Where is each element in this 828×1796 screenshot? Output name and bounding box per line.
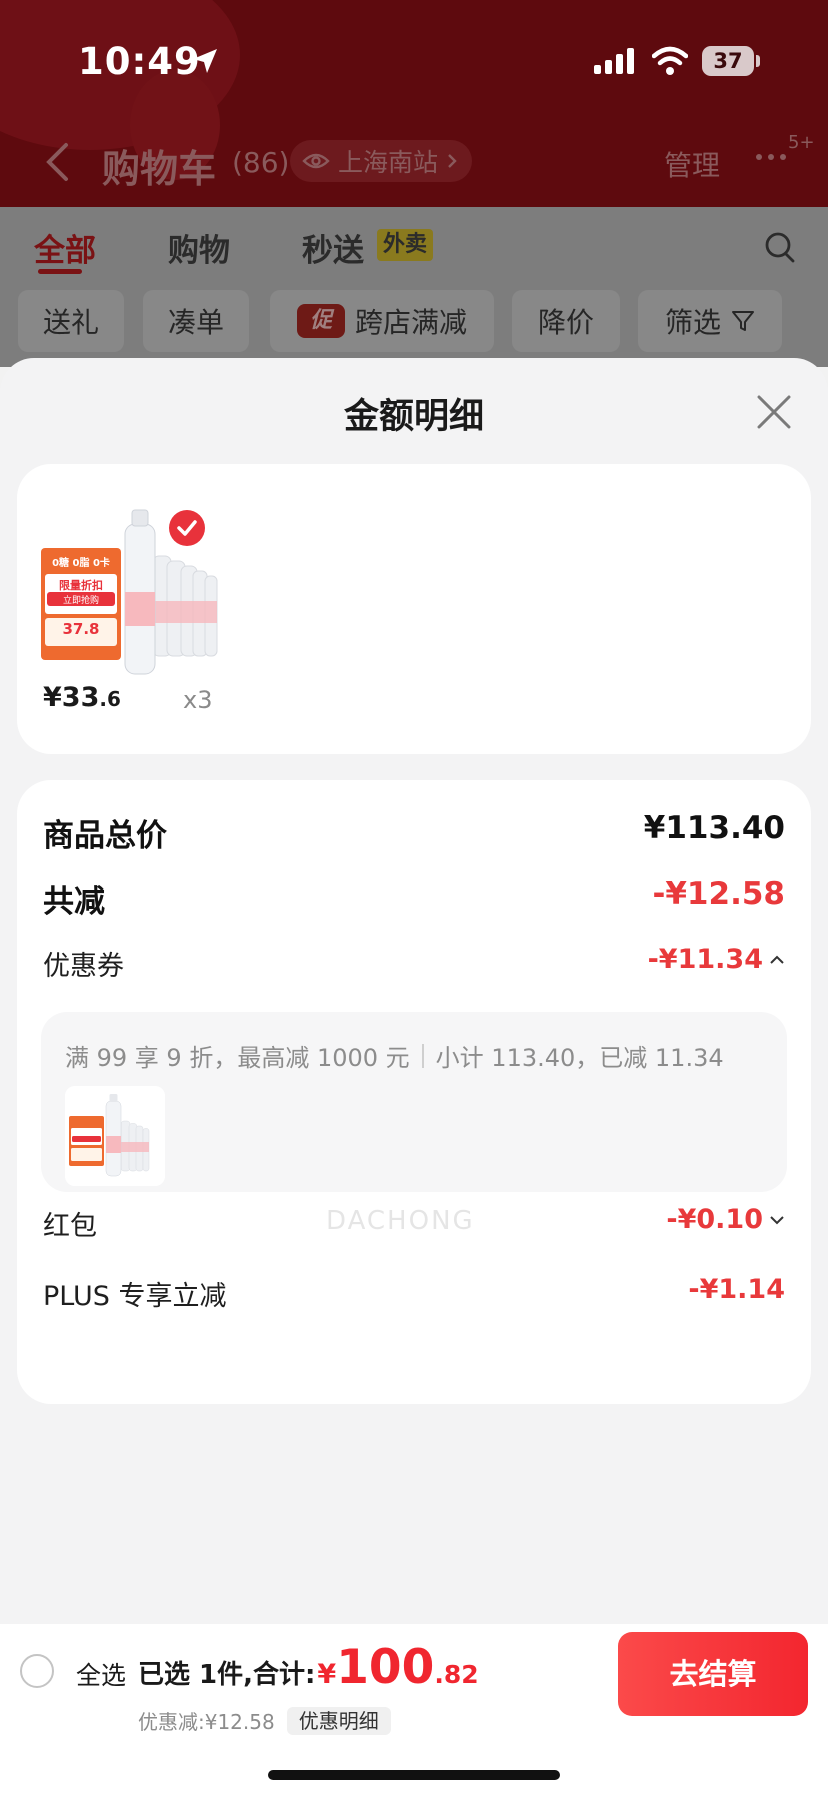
search-icon[interactable]: [764, 231, 796, 265]
coupon-row[interactable]: 优惠券 -¥11.34: [43, 944, 785, 990]
discount-summary: 优惠减:¥12.58 优惠明细: [138, 1706, 391, 1735]
eye-icon: [302, 153, 330, 169]
battery-indicator: 37: [702, 46, 754, 76]
discount-detail-button[interactable]: 优惠明细: [286, 1706, 391, 1735]
total-amount-dec: .82: [434, 1660, 479, 1689]
more-icon[interactable]: [756, 154, 786, 160]
product-image-label: 0糖 0脂 0卡: [52, 558, 110, 569]
tab-active-underline: [38, 269, 82, 274]
status-time: 10:49: [78, 40, 201, 83]
cart-filter-area: 全部 购物 秒送 外卖 送礼 凑单 促 跨店满减 降价 筛选: [0, 207, 828, 367]
location-label: 上海南站: [338, 148, 439, 177]
coupon-description: 满 99 享 9 折，最高减 1000 元 小计 113.40，已减 11.34: [65, 1038, 724, 1073]
product-image-label: 立即抢购: [62, 596, 99, 606]
manage-button[interactable]: 管理: [664, 144, 720, 184]
coupon-detail-box: 满 99 享 9 折，最高减 1000 元 小计 113.40，已减 11.34: [41, 1012, 787, 1192]
coupon-value-wrap: -¥11.34: [648, 944, 785, 975]
product-quantity: x3: [183, 686, 213, 714]
chip-label: 凑单: [167, 306, 224, 339]
total-discount-row: 共减 -¥12.58: [43, 876, 785, 922]
filter-funnel-icon: [732, 311, 754, 331]
home-indicator: [268, 1770, 560, 1780]
selected-check-icon[interactable]: [169, 510, 205, 546]
chevron-up-icon[interactable]: [769, 954, 785, 966]
chevron-right-icon: [448, 154, 457, 168]
red-packet-value-wrap: -¥0.10: [666, 1204, 785, 1235]
status-bar: 10:49 37: [0, 0, 828, 120]
chip-cross-store-discount[interactable]: 促 跨店满减: [270, 290, 494, 352]
chip-gift[interactable]: 送礼: [18, 290, 124, 352]
total-amount-int: 100: [336, 1640, 435, 1695]
subtotal-row: 商品总价 ¥113.40: [43, 810, 785, 856]
tab-all[interactable]: 全部: [34, 225, 96, 270]
close-icon[interactable]: [756, 394, 792, 430]
product-image-label: 限量折扣: [59, 579, 103, 592]
cart-header: 10:49 37 购物车 (86) 上海南站 管理 5+: [0, 0, 828, 207]
product-image-label: 37.8: [62, 620, 100, 638]
coupon-value: -¥11.34: [647, 944, 763, 975]
promo-badge: 促: [296, 304, 345, 338]
chip-label: 跨店满减: [354, 306, 467, 339]
cart-count: (86): [232, 146, 290, 179]
chip-label: 筛选: [664, 306, 721, 339]
chip-label: 送礼: [42, 306, 99, 339]
selected-summary: 已选 1件,合计: ¥ 100 .82: [138, 1640, 479, 1695]
coupon-label: 优惠券: [43, 951, 124, 982]
sheet-title: 金额明细: [343, 397, 484, 437]
plus-discount-row: PLUS 专享立减 -¥1.14: [43, 1274, 785, 1320]
battery-cap: [756, 55, 760, 67]
select-all-radio[interactable]: [20, 1654, 54, 1688]
checkmark-icon: [177, 520, 197, 536]
location-arrow-icon: [193, 49, 217, 73]
chip-filter[interactable]: 筛选: [638, 290, 782, 352]
plus-discount-label: PLUS 专享立减: [43, 1281, 227, 1312]
chip-price-drop[interactable]: 降价: [512, 290, 620, 352]
product-price-dec: .6: [99, 687, 121, 711]
chip-label: 降价: [537, 306, 594, 339]
page-title: 购物车: [102, 147, 217, 191]
cellular-signal-icon: [594, 48, 634, 74]
product-thumbnail-icon: [65, 1086, 165, 1186]
red-packet-label: 红包: [43, 1211, 97, 1242]
chevron-down-icon[interactable]: [769, 1214, 785, 1226]
discount-amount: 优惠减:¥12.58: [138, 1710, 275, 1734]
product-price-int: ¥33: [43, 682, 100, 713]
select-all-label[interactable]: 全选: [76, 1656, 126, 1692]
tab-miaosong[interactable]: 秒送: [302, 225, 364, 270]
divider: [421, 1043, 424, 1068]
message-badge: 5+: [788, 132, 815, 153]
chip-add-on[interactable]: 凑单: [143, 290, 249, 352]
watermark: DACHONG: [326, 1206, 475, 1236]
amount-detail-sheet: 金额明细 0糖 0脂 0卡 限量折扣 立即抢购 37.8 ¥33.6 x3 商品…: [0, 358, 828, 1796]
selected-products-card: 0糖 0脂 0卡 限量折扣 立即抢购 37.8 ¥33.6 x3: [17, 464, 811, 754]
subtotal-value: ¥113.40: [643, 810, 785, 846]
selected-count-text: 已选 1件,合计:: [138, 1660, 316, 1690]
total-discount-label: 共减: [43, 884, 105, 920]
tab-shopping[interactable]: 购物: [168, 225, 230, 270]
total-currency: ¥: [317, 1659, 337, 1690]
checkout-button[interactable]: 去结算: [618, 1632, 808, 1716]
subtotal-label: 商品总价: [43, 818, 167, 854]
cart-tabs: 全部 购物 秒送 外卖: [0, 207, 828, 287]
coupon-product-image: [65, 1086, 165, 1186]
coupon-summary: 小计 113.40，已减 11.34: [435, 1044, 724, 1072]
waimai-tag: 外卖: [377, 229, 434, 261]
total-discount-value: -¥12.58: [652, 876, 786, 912]
checkout-bar: 全选 已选 1件,合计: ¥ 100 .82 优惠减:¥12.58 优惠明细 去…: [0, 1624, 828, 1796]
amount-breakdown-card: 商品总价 ¥113.40 共减 -¥12.58 优惠券 -¥11.34 满 99…: [17, 780, 811, 1404]
wifi-icon: [652, 46, 688, 75]
back-chevron-icon[interactable]: [44, 142, 70, 182]
product-price: ¥33.6: [43, 682, 121, 713]
location-pill[interactable]: 上海南站: [290, 140, 473, 182]
nav-bar: 购物车 (86) 上海南站 管理 5+: [0, 120, 828, 207]
coupon-rule: 满 99 享 9 折，最高减 1000 元: [65, 1044, 410, 1072]
filter-chips: 送礼 凑单 促 跨店满减 降价 筛选: [0, 290, 828, 355]
red-packet-value: -¥0.10: [666, 1204, 763, 1235]
plus-discount-value: -¥1.14: [688, 1274, 785, 1305]
